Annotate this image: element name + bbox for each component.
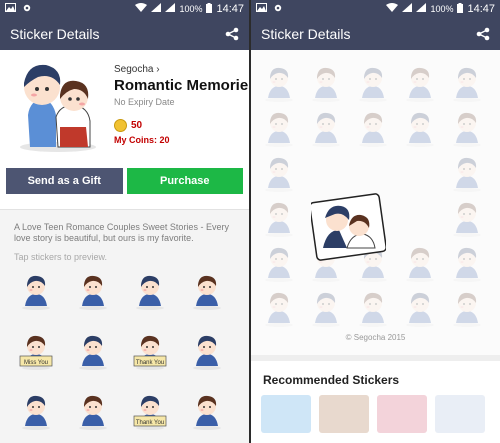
- sticker-thumbnail-faded: [400, 107, 436, 147]
- sticker-pack-title: Romantic Memories: [114, 77, 249, 94]
- page-title: Sticker Details: [10, 26, 100, 42]
- sticker-thumbnail-faded: [353, 287, 389, 327]
- expiry-text: No Expiry Date: [114, 97, 175, 107]
- sticker-pack-description: A Love Teen Romance Couples Sweet Storie…: [14, 222, 229, 243]
- sticker-preview-enlarged[interactable]: [309, 190, 387, 265]
- sticker-details-screen-right: 100% 14:47 Sticker Details © Segocha 201…: [251, 0, 500, 443]
- status-bar: 100% 14:47: [251, 0, 500, 18]
- battery-percentage: 100%: [430, 4, 454, 14]
- page-title: Sticker Details: [261, 26, 351, 42]
- sticker-thumbnail-faded: [306, 287, 342, 327]
- gear-icon: [22, 3, 32, 16]
- svg-text:Thank You: Thank You: [136, 360, 164, 366]
- wifi-icon: [135, 3, 148, 15]
- recommended-stickers-row: [251, 387, 500, 433]
- sticker-thumbnail-faded: [353, 62, 389, 102]
- sticker-grid: Miss You Thank You Thank You: [0, 270, 249, 443]
- sticker-thumbnail-faded: [400, 287, 436, 327]
- svg-text:Miss You: Miss You: [24, 360, 48, 366]
- action-buttons: Send as a Gift Purchase: [0, 160, 249, 210]
- recommended-stickers-section: Recommended Stickers: [251, 355, 500, 443]
- sticker-thumbnail[interactable]: [187, 270, 227, 310]
- sticker-pack-info: Segocha › Romantic Memories No Expiry Da…: [114, 64, 249, 145]
- sticker-thumbnail[interactable]: [187, 390, 227, 430]
- share-icon[interactable]: [225, 27, 239, 41]
- my-coins-label: My Coins:: [114, 135, 158, 145]
- battery-percentage: 100%: [179, 4, 203, 14]
- sticker-pack-cover-image: [8, 55, 108, 155]
- author-name: Segocha: [114, 64, 154, 75]
- sticker-thumbnail-faded: [259, 287, 295, 327]
- recommended-sticker-thumbnail[interactable]: [319, 395, 369, 433]
- signal-icon: [151, 3, 162, 15]
- battery-icon: [206, 2, 213, 16]
- image-icon: [5, 3, 16, 15]
- preview-hint: Tap stickers to preview.: [14, 252, 108, 262]
- sticker-thumbnail-faded: [447, 287, 483, 327]
- sticker-thumbnail[interactable]: [130, 270, 170, 310]
- wifi-icon: [386, 3, 399, 15]
- sticker-thumbnail-faded: [447, 242, 483, 282]
- signal-icon: [416, 3, 427, 15]
- sticker-thumbnail[interactable]: Thank You: [130, 390, 170, 430]
- recommended-sticker-thumbnail[interactable]: [377, 395, 427, 433]
- sticker-thumbnail[interactable]: [73, 270, 113, 310]
- sticker-thumbnail-faded: [259, 197, 295, 237]
- sticker-thumbnail[interactable]: [16, 390, 56, 430]
- sticker-thumbnail-faded: [400, 62, 436, 102]
- price-value: 50: [131, 120, 143, 131]
- svg-text:Thank You: Thank You: [136, 420, 164, 426]
- sticker-thumbnail-faded: [306, 107, 342, 147]
- sticker-thumbnail-faded: [400, 242, 436, 282]
- copyright-text: © Segocha 2015: [345, 333, 406, 342]
- recommended-sticker-thumbnail[interactable]: [261, 395, 311, 433]
- sticker-thumbnail-faded: [447, 107, 483, 147]
- sticker-thumbnail-faded: [447, 197, 483, 237]
- my-coins-value: 20: [159, 135, 170, 145]
- sticker-preview-gallery: © Segocha 2015: [251, 50, 500, 355]
- purchase-button[interactable]: Purchase: [126, 168, 243, 194]
- sticker-thumbnail[interactable]: [187, 330, 227, 370]
- sticker-thumbnail-faded: [259, 107, 295, 147]
- app-bar: Sticker Details: [251, 18, 500, 50]
- battery-icon: [457, 2, 464, 16]
- sticker-thumbnail-faded: [306, 62, 342, 102]
- sticker-thumbnail[interactable]: [73, 330, 113, 370]
- clock: 14:47: [467, 3, 495, 15]
- gear-icon: [273, 3, 283, 16]
- recommended-sticker-thumbnail[interactable]: [435, 395, 485, 433]
- status-bar: 100% 14:47: [0, 0, 249, 18]
- recommended-stickers-title: Recommended Stickers: [263, 373, 400, 387]
- share-icon[interactable]: [476, 27, 490, 41]
- my-coins: My Coins: 20: [114, 135, 243, 145]
- sticker-pack-header: Segocha › Romantic Memories No Expiry Da…: [0, 50, 249, 160]
- sticker-thumbnail[interactable]: Miss You: [16, 330, 56, 370]
- author-link[interactable]: Segocha ›: [114, 64, 243, 75]
- clock: 14:47: [216, 3, 244, 15]
- price-row: 50: [114, 119, 243, 132]
- sticker-thumbnail-faded: [447, 62, 483, 102]
- sticker-thumbnail[interactable]: Thank You: [130, 330, 170, 370]
- send-as-gift-button[interactable]: Send as a Gift: [6, 168, 123, 194]
- sticker-thumbnail-faded: [353, 107, 389, 147]
- signal-icon: [165, 3, 176, 15]
- image-icon: [256, 3, 267, 15]
- sticker-thumbnail[interactable]: [16, 270, 56, 310]
- sticker-thumbnail-faded: [259, 242, 295, 282]
- sticker-thumbnail[interactable]: [73, 390, 113, 430]
- signal-icon: [402, 3, 413, 15]
- sticker-thumbnail-faded: [447, 152, 483, 192]
- app-bar: Sticker Details: [0, 18, 249, 50]
- sticker-thumbnail-faded: [259, 152, 295, 192]
- sticker-details-screen-left: 100% 14:47 Sticker Details Segocha › Rom…: [0, 0, 249, 443]
- sticker-thumbnail-faded: [259, 62, 295, 102]
- chevron-right-icon: ›: [156, 64, 160, 75]
- coin-icon: [114, 119, 127, 132]
